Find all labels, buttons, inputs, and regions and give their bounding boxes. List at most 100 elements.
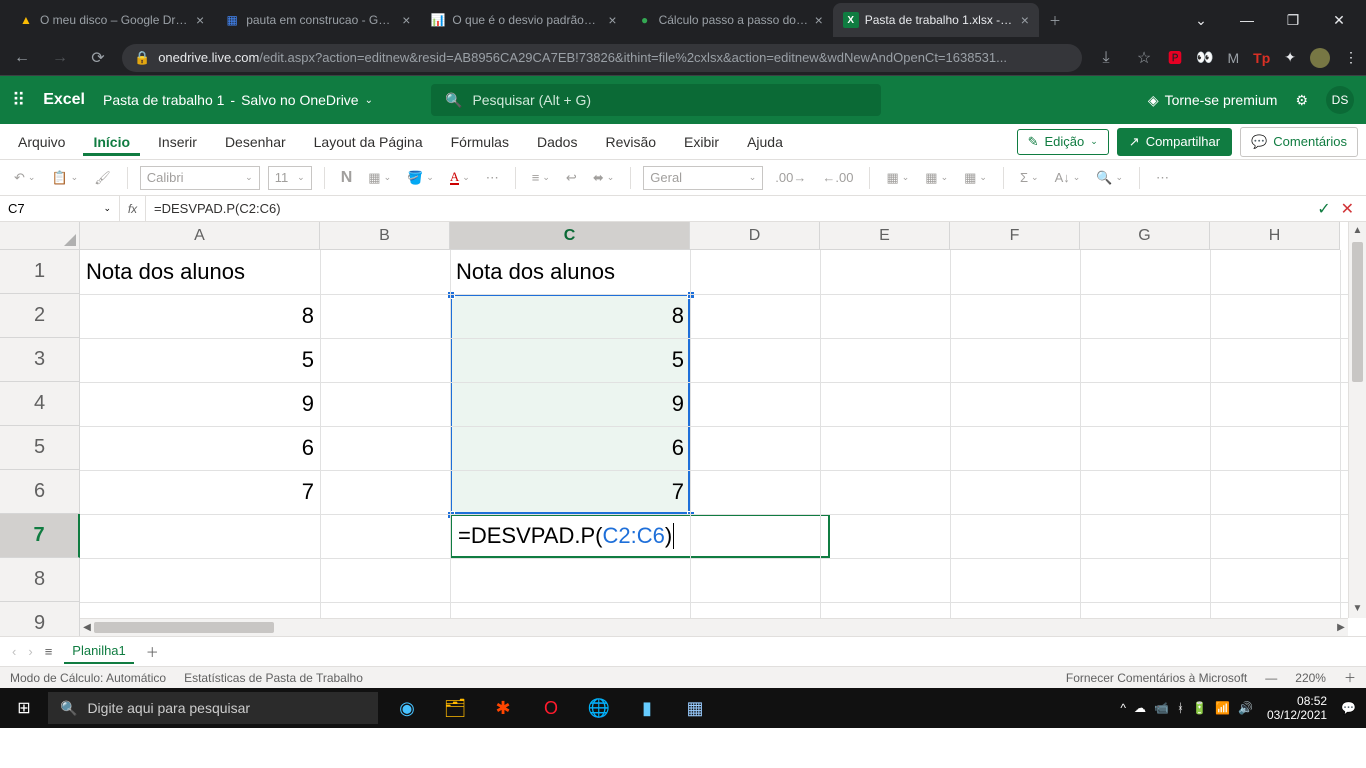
ribbon-tab-inicio[interactable]: Início: [83, 128, 140, 156]
close-window-button[interactable]: ✕: [1322, 12, 1356, 29]
formula-input[interactable]: =DESVPAD.P(C2:C6): [146, 201, 1305, 216]
sort-filter-button[interactable]: A↓⌄: [1051, 168, 1085, 187]
column-header-b[interactable]: B: [320, 222, 450, 250]
app-icon[interactable]: ▮: [626, 688, 668, 728]
chrome-menu-icon[interactable]: ⋮: [1344, 49, 1358, 66]
fx-icon[interactable]: fx: [120, 196, 146, 221]
conditional-format-button[interactable]: ▦⌄: [882, 168, 913, 188]
settings-icon[interactable]: ⚙: [1295, 92, 1308, 109]
paste-button[interactable]: 📋⌄: [47, 168, 82, 188]
font-selector[interactable]: Calibri⌄: [140, 166, 260, 190]
profile-avatar[interactable]: [1310, 48, 1330, 68]
horizontal-scrollbar[interactable]: ◀ ▶: [80, 618, 1348, 636]
zoom-out-button[interactable]: —: [1265, 671, 1277, 685]
ribbon-tab-exibir[interactable]: Exibir: [674, 128, 729, 156]
close-icon[interactable]: ×: [608, 12, 616, 28]
sheet-tab[interactable]: Planilha1: [64, 639, 134, 664]
ribbon-tab-arquivo[interactable]: Arquivo: [8, 128, 75, 156]
bookmark-icon[interactable]: ☆: [1130, 48, 1158, 68]
row-header-2[interactable]: 2: [0, 294, 80, 338]
cell-a1[interactable]: Nota dos alunos: [80, 250, 320, 294]
column-header-c[interactable]: C: [450, 222, 690, 250]
number-format-selector[interactable]: Geral⌄: [643, 166, 763, 190]
browser-tab-3[interactable]: ● Cálculo passo a passo do de ×: [627, 3, 833, 37]
close-icon[interactable]: ×: [402, 12, 410, 28]
minimize-button[interactable]: —: [1230, 12, 1264, 28]
scroll-left-icon[interactable]: ◀: [80, 619, 94, 636]
scroll-right-icon[interactable]: ▶: [1334, 619, 1348, 636]
extensions-menu-icon[interactable]: ✦: [1284, 49, 1296, 66]
cell-c1[interactable]: Nota dos alunos: [450, 250, 690, 294]
calculator-icon[interactable]: ▦: [674, 688, 716, 728]
ribbon-tab-inserir[interactable]: Inserir: [148, 128, 207, 156]
confirm-icon[interactable]: ✓: [1317, 199, 1330, 219]
comments-button[interactable]: 💬 Comentários: [1240, 127, 1358, 157]
wrap-text-button[interactable]: ↩: [562, 168, 581, 188]
decrease-decimal-button[interactable]: ←.00: [818, 168, 857, 187]
back-button[interactable]: ←: [8, 49, 36, 67]
ribbon-tab-dados[interactable]: Dados: [527, 128, 587, 156]
battery-icon[interactable]: 🔋: [1192, 701, 1207, 715]
browser-tab-0[interactable]: ▲ O meu disco – Google Drive ×: [8, 3, 214, 37]
scrollbar-thumb[interactable]: [1352, 242, 1363, 382]
cell-c3[interactable]: 5: [450, 338, 690, 382]
name-box[interactable]: C7 ⌄: [0, 196, 120, 221]
share-button[interactable]: ↗ Compartilhar: [1117, 128, 1232, 156]
close-icon[interactable]: ×: [196, 12, 204, 28]
explorer-icon[interactable]: 🗂: [434, 688, 476, 728]
address-bar[interactable]: 🔒 onedrive.live.com/edit.aspx?action=edi…: [122, 44, 1082, 72]
row-header-5[interactable]: 5: [0, 426, 80, 470]
clock[interactable]: 08:52 03/12/2021: [1261, 694, 1333, 722]
prev-sheet-icon[interactable]: ‹: [12, 644, 16, 659]
ribbon-tab-desenhar[interactable]: Desenhar: [215, 128, 296, 156]
increase-decimal-button[interactable]: .00→: [771, 168, 810, 187]
cancel-icon[interactable]: ✕: [1341, 199, 1354, 219]
cell-styles-button[interactable]: ▦⌄: [960, 168, 991, 188]
undo-button[interactable]: ↶⌄: [10, 168, 39, 188]
column-header-d[interactable]: D: [690, 222, 820, 250]
browser-tab-4[interactable]: X Pasta de trabalho 1.xlsx - Mic ×: [833, 3, 1039, 37]
calc-mode[interactable]: Modo de Cálculo: Automático: [10, 671, 166, 685]
opera-icon[interactable]: O: [530, 688, 572, 728]
chrome-icon[interactable]: 🌐: [578, 688, 620, 728]
scroll-down-icon[interactable]: ▼: [1349, 600, 1366, 618]
premium-button[interactable]: ◈ Torne-se premium: [1148, 92, 1278, 109]
close-icon[interactable]: ×: [1021, 12, 1029, 28]
select-all-corner[interactable]: [0, 222, 80, 250]
more-commands-button[interactable]: ⋯: [1152, 168, 1173, 188]
column-header-f[interactable]: F: [950, 222, 1080, 250]
maximize-button[interactable]: ❐: [1276, 12, 1310, 29]
cell-c5[interactable]: 6: [450, 426, 690, 470]
find-button[interactable]: 🔍⌄: [1092, 168, 1127, 188]
fill-color-button[interactable]: 🪣⌄: [403, 168, 438, 188]
app-icon[interactable]: ✱: [482, 688, 524, 728]
onedrive-icon[interactable]: ☁: [1134, 701, 1146, 715]
start-button[interactable]: ⊞: [0, 698, 48, 718]
browser-tab-2[interactable]: 📊 O que é o desvio padrão? Qu ×: [420, 3, 626, 37]
add-sheet-button[interactable]: ＋: [146, 642, 159, 661]
new-tab-button[interactable]: ＋: [1039, 3, 1071, 37]
edge-icon[interactable]: ◉: [386, 688, 428, 728]
vertical-scrollbar[interactable]: ▲ ▼: [1348, 222, 1366, 618]
ribbon-tab-layout[interactable]: Layout da Página: [304, 128, 433, 156]
format-painter-button[interactable]: 🖌: [90, 168, 115, 188]
column-header-a[interactable]: A: [80, 222, 320, 250]
extension-icon[interactable]: Tp: [1253, 50, 1270, 66]
browser-tab-1[interactable]: ▦ pauta em construcao - Goog ×: [214, 3, 420, 37]
cell-a5[interactable]: 6: [80, 426, 320, 470]
feedback-link[interactable]: Fornecer Comentários à Microsoft: [1066, 671, 1247, 685]
cells-area[interactable]: =DESVPAD.P(C2:C6) Nota dos alunos85967No…: [80, 250, 1348, 618]
pinterest-icon[interactable]: 🅿: [1168, 48, 1182, 68]
zoom-level[interactable]: 220%: [1295, 671, 1326, 685]
column-header-e[interactable]: E: [820, 222, 950, 250]
cell-a6[interactable]: 7: [80, 470, 320, 514]
row-header-8[interactable]: 8: [0, 558, 80, 602]
table-format-button[interactable]: ▦⌄: [921, 168, 952, 188]
row-header-7[interactable]: 7: [0, 514, 80, 558]
column-header-g[interactable]: G: [1080, 222, 1210, 250]
windows-search[interactable]: 🔍 Digite aqui para pesquisar: [48, 692, 378, 724]
ribbon-tab-formulas[interactable]: Fórmulas: [441, 128, 519, 156]
extension-icon[interactable]: M: [1227, 50, 1239, 66]
row-header-6[interactable]: 6: [0, 470, 80, 514]
ribbon-tab-revisao[interactable]: Revisão: [595, 128, 666, 156]
